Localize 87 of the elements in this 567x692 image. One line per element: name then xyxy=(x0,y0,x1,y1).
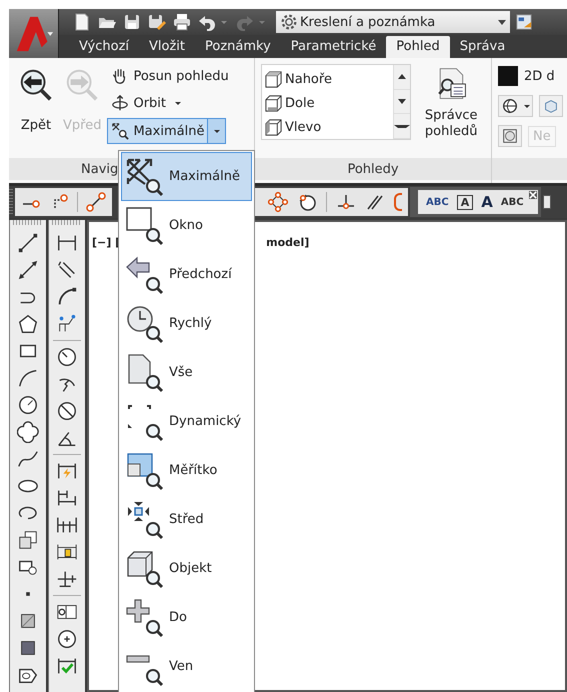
ribbon-tab[interactable]: Pohled xyxy=(386,36,450,58)
expand-icon[interactable] xyxy=(394,114,410,140)
block-icon[interactable] xyxy=(17,529,39,551)
zoom-menu-item[interactable]: Střed xyxy=(121,495,252,544)
plus-magnifier-icon xyxy=(125,598,165,638)
ribbon-tab[interactable]: Poznámky xyxy=(195,36,281,58)
box-icon xyxy=(501,127,519,145)
text-style-button[interactable]: A xyxy=(481,193,493,211)
cloud-icon[interactable] xyxy=(17,421,39,443)
view-item[interactable]: Vlevo xyxy=(262,115,394,139)
orbit-icon xyxy=(111,94,130,112)
view-item[interactable]: Dole xyxy=(262,91,394,115)
print-icon[interactable] xyxy=(172,12,192,32)
circle-icon[interactable] xyxy=(17,394,39,416)
quadrant-icon[interactable] xyxy=(268,192,288,212)
cube-magnifier-icon xyxy=(125,548,165,588)
disabled-field: Ne xyxy=(528,126,556,146)
grip-handle[interactable] xyxy=(52,220,82,225)
workspace-dropdown[interactable]: Kreslení a poznámka xyxy=(276,11,510,33)
hexagon-icon xyxy=(542,97,560,115)
toolbar-icon[interactable] xyxy=(542,195,551,209)
line-endpoint-icon[interactable] xyxy=(86,192,106,212)
arc-text-button[interactable]: ABC xyxy=(500,196,524,208)
viewport-label[interactable]: model] xyxy=(266,236,310,249)
box-button[interactable] xyxy=(498,125,522,147)
zoom-menu-item[interactable]: Objekt xyxy=(121,544,252,593)
tangent-icon[interactable] xyxy=(297,192,317,212)
views-list[interactable]: Nahoře Dole Vlevo xyxy=(261,64,412,140)
grip-handle[interactable] xyxy=(413,190,418,214)
gear-icon xyxy=(280,13,298,31)
zoom-button[interactable]: Maximálně xyxy=(107,118,208,144)
dropdown-arrow-button[interactable] xyxy=(208,118,226,144)
zoom-menu-item[interactable]: Ven xyxy=(121,642,252,691)
center-mark-icon[interactable] xyxy=(56,628,78,650)
center-magnifier-icon xyxy=(125,500,165,540)
back-button[interactable]: Zpět xyxy=(13,64,59,158)
close-icon[interactable] xyxy=(528,191,537,199)
window-magnifier-icon xyxy=(125,206,165,246)
visual-style-icon xyxy=(498,66,518,86)
ribbon-tab[interactable]: Parametrické xyxy=(280,36,386,58)
arrows-magnifier-icon xyxy=(125,156,165,196)
diameter-icon[interactable] xyxy=(56,400,78,422)
arc-icon[interactable] xyxy=(17,367,39,389)
snap-icon[interactable] xyxy=(394,193,402,211)
caret-icon[interactable] xyxy=(221,20,227,24)
scale-magnifier-icon xyxy=(125,450,165,490)
cube-icon xyxy=(264,94,283,112)
double-arrow-line-icon[interactable] xyxy=(17,259,39,281)
spell-check-button[interactable]: ABC xyxy=(426,196,449,208)
visual-style-label[interactable]: 2D d xyxy=(524,68,555,84)
zoom-menu-item[interactable]: Maximálně xyxy=(121,152,252,201)
sphere-dropdown-button[interactable] xyxy=(498,95,533,117)
grip-handle[interactable] xyxy=(13,220,43,225)
toolbar-icon[interactable] xyxy=(515,12,533,32)
scroll-down-icon[interactable] xyxy=(394,90,410,114)
zoom-menu-item[interactable]: Dynamický xyxy=(121,397,252,446)
cube-icon xyxy=(264,118,283,136)
ribbon-tab[interactable]: Správa xyxy=(450,36,516,58)
orbit-button[interactable]: Orbit xyxy=(107,91,233,115)
save-as-icon[interactable] xyxy=(147,12,167,32)
pan-button[interactable]: Posun pohledu xyxy=(107,64,233,88)
zoom-menu-item[interactable]: Do xyxy=(121,593,252,642)
clock-magnifier-icon xyxy=(125,304,165,344)
cube-button[interactable] xyxy=(539,95,563,117)
caret-icon xyxy=(175,102,182,104)
radius-icon[interactable] xyxy=(56,346,78,368)
ribbon-tab[interactable]: Vložit xyxy=(139,36,196,58)
panel-title: Pohledy xyxy=(255,158,491,180)
arrow-magnifier-icon xyxy=(125,254,165,294)
pentagon-icon[interactable] xyxy=(17,313,39,335)
grip-handle[interactable] xyxy=(9,189,13,215)
view-manager-button[interactable]: Správce pohledů xyxy=(415,64,487,158)
zoom-menu-item[interactable]: Vše xyxy=(121,348,252,397)
cube-icon xyxy=(264,70,283,88)
arrows-magnifier-icon xyxy=(111,122,130,140)
line-icon[interactable] xyxy=(17,232,39,254)
ribbon-tab[interactable]: Výchozí xyxy=(69,36,140,58)
perpendicular-icon[interactable] xyxy=(336,192,356,212)
zoom-menu-item[interactable]: Měřítko xyxy=(121,446,252,495)
zoom-menu-item[interactable]: Předchozí xyxy=(121,250,252,299)
scroll-up-icon[interactable] xyxy=(394,65,410,90)
save-icon[interactable] xyxy=(122,12,142,32)
sphere-icon xyxy=(501,97,519,115)
zoom-menu-item[interactable]: Rychlý xyxy=(121,299,252,348)
view-item[interactable]: Nahoře xyxy=(262,67,394,91)
text-frame-button[interactable]: A xyxy=(456,194,474,210)
caret-icon xyxy=(498,20,506,24)
